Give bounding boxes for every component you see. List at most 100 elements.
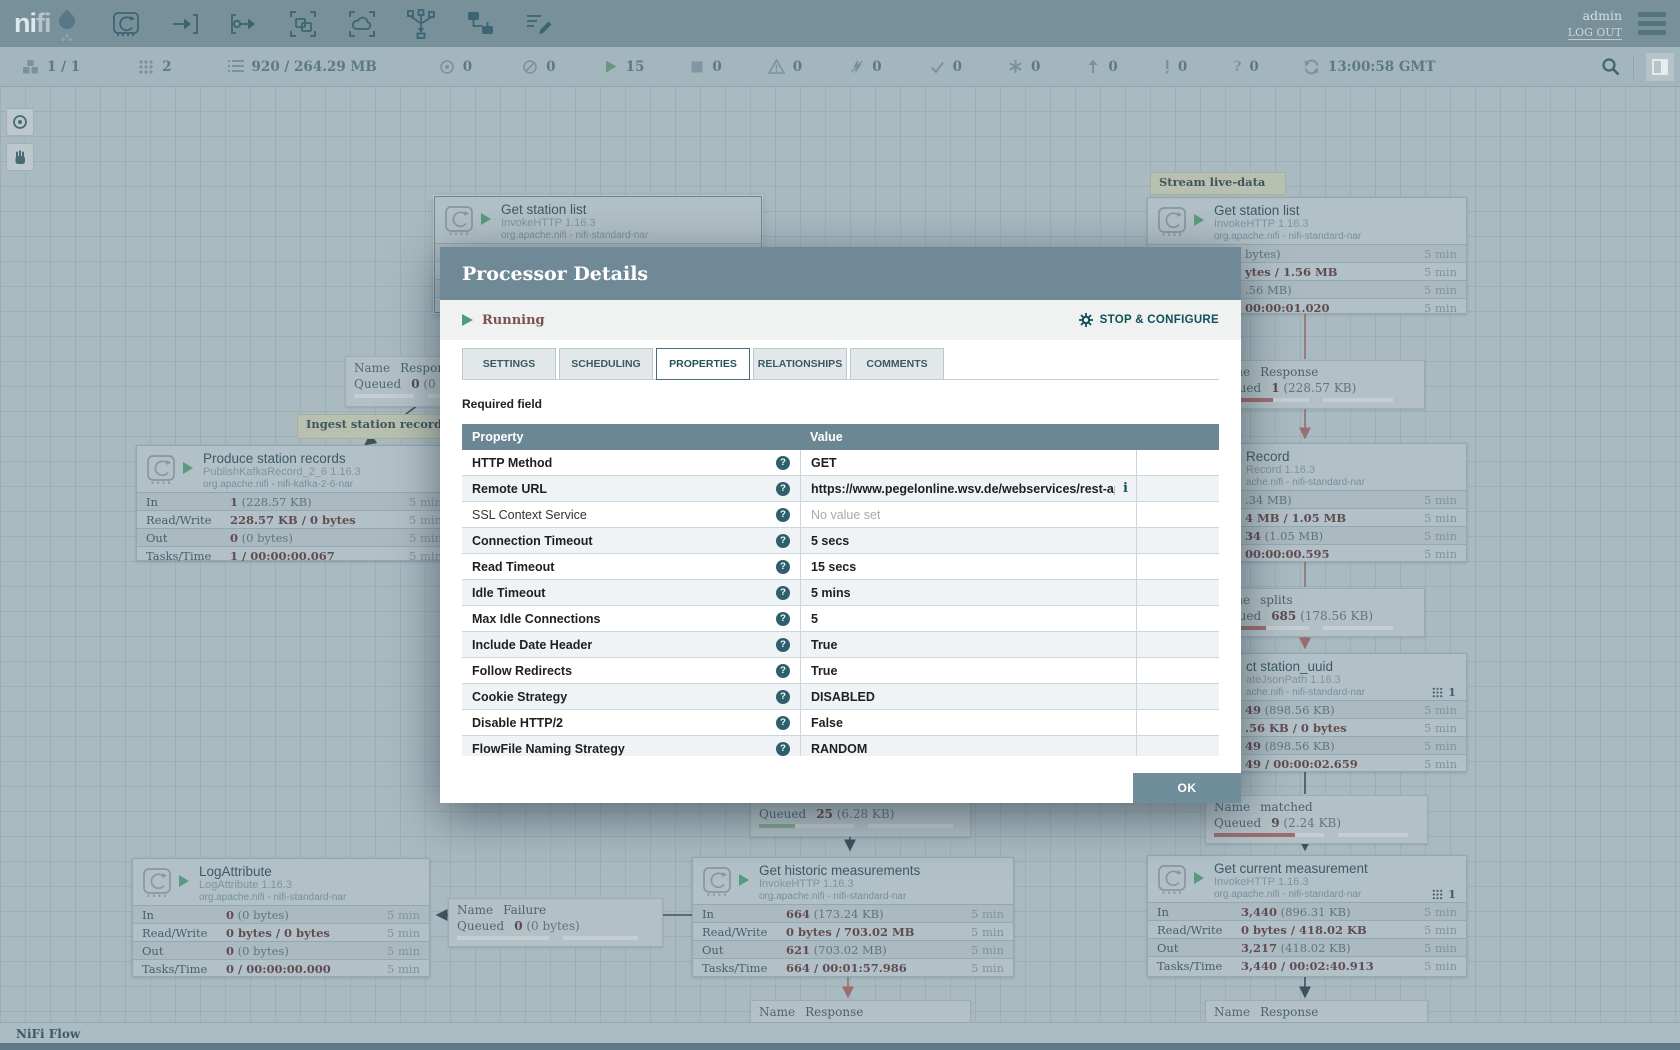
navigate-palette-button[interactable] [6, 108, 34, 136]
locally-modified-status: 0 [1008, 59, 1040, 75]
property-row: Include Date Header? True [462, 632, 1219, 658]
operate-palette-button[interactable] [6, 143, 34, 171]
process-group-icon [287, 8, 319, 40]
grid-badge-icon [1432, 687, 1443, 698]
stopped-status: 0 [690, 59, 721, 75]
help-icon[interactable]: ? [776, 638, 790, 652]
cluster-node-badge: 1 [1432, 887, 1456, 901]
properties-table: Property Value HTTP Method? GET Remote U… [462, 424, 1219, 756]
processor-type: InvokeHTTP 1.16.3 [501, 217, 648, 230]
processor-component-button[interactable] [109, 7, 143, 41]
breadcrumb[interactable]: NiFi Flow [0, 1022, 1680, 1044]
birdseye-panel-button[interactable] [1646, 53, 1674, 81]
transmitting-status: 0 [439, 59, 472, 75]
tab-comments[interactable]: COMMENTS [850, 348, 944, 379]
label-stream-live-data[interactable]: Stream live-data [1150, 172, 1286, 195]
property-row: Max Idle Connections? 5 [462, 606, 1219, 632]
statusbar-divider [1633, 55, 1634, 79]
stop-and-configure-button[interactable]: STOP & CONFIGURE [1078, 312, 1219, 328]
info-icon[interactable]: i [1115, 481, 1128, 496]
nifi-drop-icon [55, 10, 78, 33]
gear-icon [1078, 312, 1094, 328]
logo-text: ni [14, 8, 36, 38]
running-icon [481, 213, 491, 225]
tab-properties[interactable]: PROPERTIES [656, 348, 750, 380]
processor-title: LogAttribute [199, 864, 346, 879]
processor-produce-station-records[interactable]: Produce station records PublishKafkaReco… [136, 445, 452, 561]
search-icon[interactable] [1601, 57, 1621, 77]
running-icon [1194, 214, 1204, 226]
breadcrumb-root[interactable]: NiFi Flow [16, 1027, 80, 1041]
output-port-component-button[interactable] [227, 7, 261, 41]
threads-icon [138, 59, 154, 75]
funnel-icon [405, 8, 437, 40]
help-icon[interactable]: ? [776, 586, 790, 600]
connection-label-failure[interactable]: NameFailure Queued0 (0 bytes) [448, 898, 663, 947]
processor-bundle: org.apache.nifi - nifi-standard-nar [1214, 889, 1368, 901]
connection-label-response-bottom-right[interactable]: NameResponse [1205, 1000, 1428, 1022]
property-row: Cookie Strategy? DISABLED [462, 684, 1219, 710]
refresh-status[interactable]: 13:00:58 GMT [1303, 59, 1436, 75]
stat-row: Tasks/Time1 / 00:00:00.0675 min [137, 546, 451, 564]
processor-bundle: org.apache.nifi - nifi-standard-nar [1214, 231, 1361, 243]
refresh-icon [1303, 59, 1320, 75]
processor-bundle: ache.nifi - nifi-standard-nar [1246, 477, 1365, 489]
cluster-icon [22, 59, 39, 75]
process-group-component-button[interactable] [286, 7, 320, 41]
last-refreshed-time: 13:00:58 GMT [1328, 59, 1436, 75]
help-icon[interactable]: ? [776, 690, 790, 704]
processor-stamp-icon [1157, 864, 1187, 896]
processor-stamp-icon [1157, 206, 1187, 238]
not-transmitting-status: 0 [522, 59, 555, 75]
help-icon[interactable]: ? [776, 534, 790, 548]
processor-bundle: org.apache.nifi - nifi-kafka-2-6-nar [203, 479, 361, 491]
disabled-status: 0 [850, 59, 881, 75]
help-icon[interactable]: ? [776, 612, 790, 626]
property-row: Connection Timeout? 5 secs [462, 528, 1219, 554]
help-icon[interactable]: ? [776, 482, 790, 496]
component-toolbar [109, 7, 556, 41]
logout-link[interactable]: LOG OUT [1568, 26, 1622, 40]
label-component-button[interactable] [522, 7, 556, 41]
panel-icon [1652, 59, 1668, 75]
disabled-icon [850, 59, 864, 74]
stat-row: In3,440 (896.31 KB)5 min [1148, 902, 1466, 920]
processor-type: PublishKafkaRecord_2_6 1.16.3 [203, 466, 361, 479]
connection-label-response-bottom-center[interactable]: NameResponse [750, 1000, 971, 1022]
tab-relationships[interactable]: RELATIONSHIPS [753, 348, 847, 379]
label-icon [523, 8, 555, 40]
property-row: Remote URL? https://www.pegelonline.wsv.… [462, 476, 1219, 502]
global-menu-button[interactable] [1638, 12, 1666, 35]
help-icon[interactable]: ? [776, 456, 790, 470]
help-icon[interactable]: ? [776, 716, 790, 730]
processor-type: InvokeHTTP 1.16.3 [1214, 876, 1368, 889]
help-icon[interactable]: ? [776, 508, 790, 522]
help-icon[interactable]: ? [776, 560, 790, 574]
remote-process-group-component-button[interactable] [345, 7, 379, 41]
template-icon [464, 8, 496, 40]
processor-title: Produce station records [203, 451, 361, 466]
stat-row: Read/Write0 bytes / 0 bytes5 min [133, 923, 429, 941]
input-port-component-button[interactable] [168, 7, 202, 41]
processor-stamp-icon [702, 866, 732, 898]
ok-button[interactable]: OK [1133, 773, 1241, 803]
funnel-component-button[interactable] [404, 7, 438, 41]
tab-settings[interactable]: SETTINGS [462, 348, 556, 379]
tab-scheduling[interactable]: SCHEDULING [559, 348, 653, 379]
asterisk-icon [1008, 59, 1023, 74]
template-component-button[interactable] [463, 7, 497, 41]
processor-title: Get station list [1214, 203, 1361, 218]
target-icon [11, 113, 29, 131]
stat-row: Out0 (0 bytes)5 min [133, 941, 429, 959]
processor-get-current-measurement[interactable]: Get current measurement InvokeHTTP 1.16.… [1147, 855, 1467, 977]
processor-details-dialog: Processor Details Running STOP & CONFIGU… [440, 247, 1241, 803]
current-user: admin [1583, 8, 1622, 23]
processor-get-historic-measurements[interactable]: Get historic measurements InvokeHTTP 1.1… [692, 857, 1014, 977]
processor-log-attribute[interactable]: LogAttribute LogAttribute 1.16.3 org.apa… [132, 858, 430, 977]
help-icon[interactable]: ? [776, 664, 790, 678]
running-icon [739, 874, 749, 886]
processor-stamp-icon [142, 867, 172, 899]
label-ingest-station-records[interactable]: Ingest station records [297, 414, 457, 439]
question-icon: ? [1233, 59, 1241, 75]
help-icon[interactable]: ? [776, 742, 790, 756]
